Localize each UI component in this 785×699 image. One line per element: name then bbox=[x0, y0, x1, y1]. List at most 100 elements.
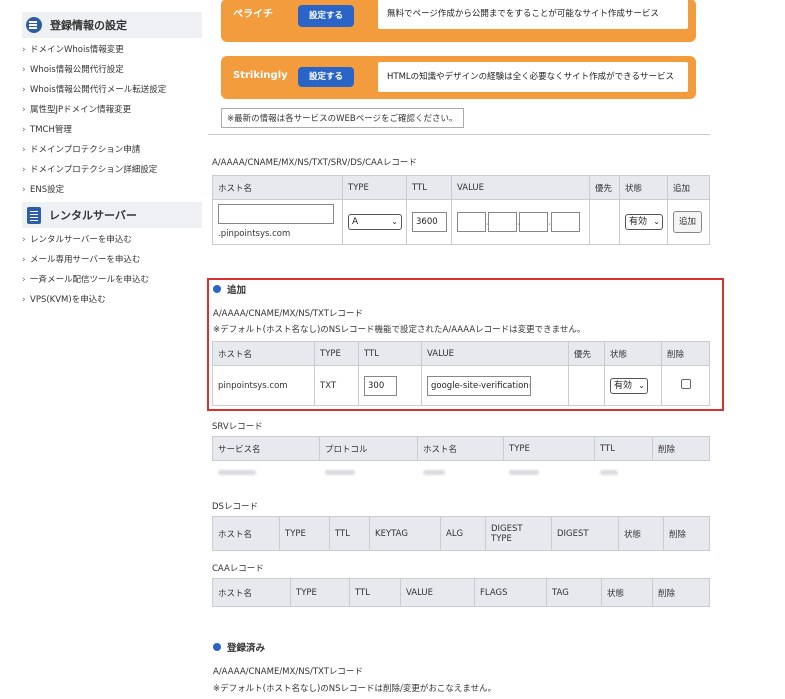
col-header: 削除 bbox=[652, 436, 710, 461]
value-input[interactable]: google-site-verification= bbox=[427, 375, 531, 396]
table-row: pinpointsys.com TXT 300 google-site-veri… bbox=[212, 365, 710, 406]
col-header: TTL bbox=[349, 578, 401, 607]
ds-table: ホスト名 TYPE TTL KEYTAG ALG DIGEST TYPE DIG… bbox=[212, 516, 710, 551]
added-heading-text: 追加 bbox=[227, 285, 247, 296]
registered-heading: 登録済み bbox=[213, 640, 265, 654]
col-header: 状態 bbox=[618, 516, 664, 551]
ip-octet-3-input[interactable] bbox=[519, 212, 549, 232]
added-note: ※デフォルト(ホスト名なし)のNSレコード機能で設定されたA/AAAAレコードは… bbox=[213, 325, 586, 335]
redacted-value bbox=[599, 469, 618, 475]
added-subtitle: A/AAAA/CNAME/MX/NS/TXTレコード bbox=[213, 309, 363, 319]
add-record-button[interactable]: 追加 bbox=[673, 211, 703, 233]
sidebar-section-title: 登録情報の設定 bbox=[50, 19, 127, 32]
sidebar-item-protection-detail[interactable]: ドメインプロテクション詳細設定 bbox=[22, 160, 202, 180]
ip-octet-2-input[interactable] bbox=[488, 212, 518, 232]
state-select-value: 有効 bbox=[629, 217, 648, 227]
sidebar-section-registration: 登録情報の設定 bbox=[22, 12, 202, 38]
priority-cell bbox=[589, 199, 620, 245]
sidebar-item-jp-domain[interactable]: 属性型JPドメイン情報変更 bbox=[22, 100, 202, 120]
sidebar-item-whois-change[interactable]: ドメインWhois情報変更 bbox=[22, 40, 202, 60]
host-name-input[interactable] bbox=[218, 204, 334, 224]
registered-heading-text: 登録済み bbox=[227, 643, 266, 654]
bullet-icon bbox=[213, 643, 221, 651]
registered-note: ※デフォルト(ホスト名なし)のNSレコードは削除/変更がおこなえません。 bbox=[213, 684, 497, 694]
ip-octet-1-input[interactable] bbox=[457, 212, 486, 232]
sidebar-item-rental-server[interactable]: レンタルサーバーを申込む bbox=[22, 230, 202, 250]
caa-table: ホスト名 TYPE TTL VALUE FLAGS TAG 状態 削除 bbox=[212, 578, 710, 607]
sidebar-item-protection-apply[interactable]: ドメインプロテクション申請 bbox=[22, 140, 202, 160]
sidebar-section-rental-server: レンタルサーバー bbox=[22, 202, 202, 228]
notice-box: ※最新の情報は各サービスのWEBページをご確認ください。 bbox=[221, 108, 464, 128]
chevron-down-icon: ⌄ bbox=[391, 217, 398, 226]
srv-title: SRVレコード bbox=[212, 422, 263, 432]
delete-checkbox[interactable] bbox=[680, 379, 691, 389]
redacted-value bbox=[217, 469, 256, 475]
ttl-input[interactable]: 3600 bbox=[412, 212, 447, 232]
col-header: 状態 bbox=[601, 578, 653, 607]
sidebar: 登録情報の設定 ドメインWhois情報変更 Whois情報公開代行設定 Whoi… bbox=[22, 12, 202, 310]
list-icon bbox=[26, 17, 42, 33]
col-header: TAG bbox=[546, 578, 602, 607]
banner-name: Strikingly bbox=[233, 70, 288, 81]
col-header: プロトコル bbox=[319, 436, 418, 461]
col-header: 削除 bbox=[652, 578, 710, 607]
setup-button[interactable]: 設定する bbox=[298, 67, 354, 87]
domain-suffix: .pinpointsys.com bbox=[218, 229, 291, 239]
new-record-table: ホスト名 TYPE TTL VALUE 優先 状態 追加 .pinpointsy… bbox=[212, 175, 710, 245]
col-header: TYPE bbox=[342, 175, 407, 200]
srv-table: サービス名 プロトコル ホスト名 TYPE TTL 削除 bbox=[212, 436, 710, 485]
chevron-down-icon: ⌄ bbox=[653, 217, 660, 226]
col-header: TYPE bbox=[503, 436, 595, 461]
col-header: TYPE bbox=[314, 341, 359, 366]
col-header: 状態 bbox=[604, 341, 662, 366]
col-header: VALUE bbox=[421, 341, 569, 366]
sidebar-item-ens[interactable]: ENS設定 bbox=[22, 180, 202, 200]
table-row-blurred bbox=[212, 460, 710, 485]
col-header: 削除 bbox=[661, 341, 710, 366]
ttl-input[interactable]: 300 bbox=[364, 375, 397, 396]
col-header: ホスト名 bbox=[212, 578, 291, 607]
col-header: 削除 bbox=[663, 516, 710, 551]
host-cell: pinpointsys.com bbox=[212, 365, 315, 406]
state-select[interactable]: 有効 ⌄ bbox=[625, 214, 663, 230]
sidebar-item-vps[interactable]: VPS(KVM)を申込む bbox=[22, 290, 202, 310]
col-header: TTL bbox=[594, 436, 653, 461]
server-icon bbox=[27, 206, 41, 224]
col-header: KEYTAG bbox=[369, 516, 441, 551]
col-header: ホスト名 bbox=[212, 516, 280, 551]
ip-octet-4-input[interactable] bbox=[550, 212, 580, 232]
sidebar-item-mail-server[interactable]: メール専用サーバーを申込む bbox=[22, 250, 202, 270]
sidebar-item-tmch[interactable]: TMCH管理 bbox=[22, 120, 202, 140]
col-header: TTL bbox=[329, 516, 370, 551]
registered-subtitle: A/AAAA/CNAME/MX/NS/TXTレコード bbox=[213, 667, 363, 677]
banner-name: ペライチ bbox=[233, 9, 273, 20]
type-select[interactable]: A ⌄ bbox=[348, 214, 402, 230]
caa-title: CAAレコード bbox=[212, 564, 264, 574]
ds-title: DSレコード bbox=[212, 502, 258, 512]
sidebar-item-bulk-mail[interactable]: 一斉メール配信ツールを申込む bbox=[22, 270, 202, 290]
redacted-value bbox=[324, 469, 355, 475]
setup-button[interactable]: 設定する bbox=[298, 5, 354, 27]
chevron-down-icon: ⌄ bbox=[638, 380, 645, 390]
type-cell: TXT bbox=[314, 365, 359, 406]
redacted-value bbox=[508, 469, 539, 475]
col-header: TTL bbox=[358, 341, 422, 366]
type-select-value: A bbox=[352, 217, 359, 227]
col-header: TTL bbox=[406, 175, 452, 200]
state-select[interactable]: 有効 ⌄ bbox=[610, 377, 648, 394]
sidebar-item-whois-proxy[interactable]: Whois情報公開代行設定 bbox=[22, 60, 202, 80]
added-heading: 追加 bbox=[213, 282, 246, 296]
sidebar-item-whois-mail-forward[interactable]: Whois情報公開代行メール転送設定 bbox=[22, 80, 202, 100]
sidebar-section-title: レンタルサーバー bbox=[49, 209, 137, 222]
col-header: ALG bbox=[440, 516, 486, 551]
col-header: ホスト名 bbox=[212, 341, 315, 366]
state-select-value: 有効 bbox=[614, 380, 633, 391]
col-header: TYPE bbox=[279, 516, 330, 551]
banner-description: 無料でページ作成から公開までをすることが可能なサイト作成サービス bbox=[378, 0, 688, 29]
col-header: ホスト名 bbox=[417, 436, 504, 461]
col-header: VALUE bbox=[451, 175, 590, 200]
col-header: 状態 bbox=[619, 175, 668, 200]
added-records-table: ホスト名 TYPE TTL VALUE 優先 状態 削除 pinpointsys… bbox=[212, 341, 710, 406]
col-header: サービス名 bbox=[212, 436, 320, 461]
col-header: TYPE bbox=[290, 578, 350, 607]
